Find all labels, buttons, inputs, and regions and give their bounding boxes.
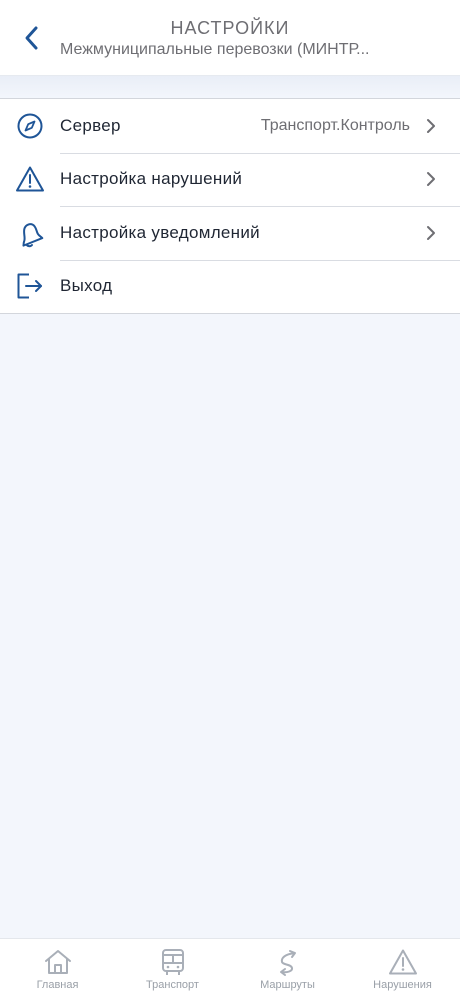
menu-item-label: Настройка уведомлений bbox=[60, 222, 260, 242]
menu-item-label: Сервер bbox=[60, 115, 121, 135]
settings-menu: Сервер Транспорт.Контроль Настройка нару… bbox=[0, 98, 460, 314]
tab-label: Главная bbox=[36, 979, 79, 991]
settings-screen: НАСТРОЙКИ Межмуниципальные перевозки (МИ… bbox=[0, 0, 460, 996]
tab-home[interactable]: Главная bbox=[0, 939, 115, 996]
bus-icon bbox=[158, 947, 188, 977]
menu-item-violations-settings[interactable]: Настройка нарушений bbox=[0, 152, 460, 207]
bottom-tab-bar: Главная Транспорт Маршруты Нарушения bbox=[0, 938, 460, 996]
page-title: НАСТРОЙКИ bbox=[170, 18, 290, 38]
header-shadow bbox=[0, 76, 460, 98]
warning-icon bbox=[388, 947, 418, 977]
menu-item-notifications-settings[interactable]: Настройка уведомлений bbox=[0, 206, 460, 260]
header: НАСТРОЙКИ Межмуниципальные перевозки (МИ… bbox=[0, 0, 460, 76]
compass-icon bbox=[14, 110, 46, 142]
menu-item-server[interactable]: Сервер Транспорт.Контроль bbox=[0, 99, 460, 153]
bell-icon bbox=[14, 217, 46, 249]
tab-label: Нарушения bbox=[373, 979, 432, 991]
chevron-right-icon bbox=[427, 225, 435, 240]
warning-icon bbox=[14, 163, 46, 195]
tab-routes[interactable]: Маршруты bbox=[230, 939, 345, 996]
page-subtitle: Межмуниципальные перевозки (МИНТР... bbox=[60, 41, 370, 58]
chevron-right-icon bbox=[427, 118, 435, 133]
menu-item-label: Выход bbox=[60, 276, 113, 296]
home-icon bbox=[43, 947, 73, 977]
menu-item-logout[interactable]: Выход bbox=[0, 259, 460, 314]
tab-label: Транспорт bbox=[146, 979, 199, 991]
tab-transport[interactable]: Транспорт bbox=[115, 939, 230, 996]
menu-item-label: Настройка нарушений bbox=[60, 169, 243, 189]
route-icon bbox=[273, 947, 303, 977]
chevron-right-icon bbox=[427, 172, 435, 187]
tab-label: Маршруты bbox=[260, 979, 315, 991]
tab-violations[interactable]: Нарушения bbox=[345, 939, 460, 996]
menu-item-value: Транспорт.Контроль bbox=[260, 116, 410, 134]
logout-icon bbox=[14, 270, 46, 302]
